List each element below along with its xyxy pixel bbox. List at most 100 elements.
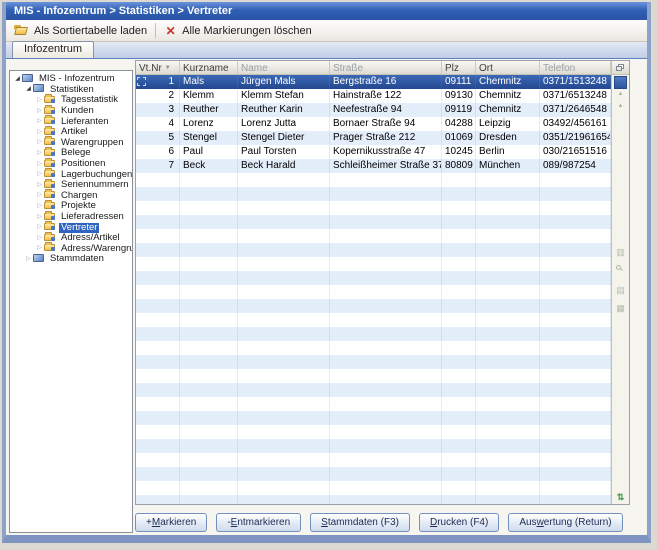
open-folder-icon <box>14 25 29 36</box>
empty-cell <box>136 495 180 504</box>
table-row-stengel[interactable]: 5StengelStengel DieterPrager Straße 2120… <box>136 131 611 145</box>
empty-row[interactable] <box>136 369 611 383</box>
list-view-icon[interactable]: ▤ <box>612 285 629 295</box>
collapse-arrow-icon[interactable]: ◢ <box>13 75 22 84</box>
tree-item-adress-artikel[interactable]: ▷Adress/Artikel <box>10 233 132 244</box>
empty-row[interactable] <box>136 173 611 187</box>
expand-arrow-icon[interactable]: ▷ <box>35 149 44 158</box>
empty-row[interactable] <box>136 299 611 313</box>
empty-cell <box>476 187 540 201</box>
empty-cell <box>238 271 330 285</box>
scroll-up-icon[interactable]: ▲ <box>612 103 629 109</box>
table-row-klemm[interactable]: 2KlemmKlemm StefanHainstraße 12209130Che… <box>136 89 611 103</box>
entmarkieren-button[interactable]: - Entmarkieren <box>216 513 301 532</box>
column-header-telefon[interactable]: Telefon <box>540 61 611 74</box>
tree-item-positionen[interactable]: ▷Positionen <box>10 159 132 170</box>
empty-row[interactable] <box>136 467 611 481</box>
folder-icon <box>44 243 57 254</box>
table-row-reuther[interactable]: 3ReutherReuther KarinNeefestraße 9409119… <box>136 103 611 117</box>
empty-cell <box>442 495 476 504</box>
table-row-paul[interactable]: 6PaulPaul TorstenKopernikusstraße 471024… <box>136 145 611 159</box>
clear-marks-button[interactable]: Alle Markierungen löschen <box>160 23 318 39</box>
empty-row[interactable] <box>136 201 611 215</box>
empty-row[interactable] <box>136 327 611 341</box>
scroll-up-down-icon[interactable]: ⇅ <box>612 492 629 503</box>
empty-row[interactable] <box>136 411 611 425</box>
empty-row[interactable] <box>136 271 611 285</box>
table-row-beck[interactable]: 7BeckBeck HaraldSchleißheimer Straße 378… <box>136 159 611 173</box>
cell-name: Reuther Karin <box>238 103 330 117</box>
auswertung-return-button[interactable]: Auswertung (Return) <box>508 513 622 532</box>
column-header-name[interactable]: Name <box>238 61 330 74</box>
empty-cell <box>442 439 476 453</box>
expand-arrow-icon[interactable]: ▷ <box>35 117 44 126</box>
empty-row[interactable] <box>136 341 611 355</box>
empty-row[interactable] <box>136 187 611 201</box>
empty-row[interactable] <box>136 215 611 229</box>
table-row-mals[interactable]: 1MalsJürgen MalsBergstraße 1609111Chemni… <box>136 75 611 89</box>
collapse-arrow-icon[interactable]: ◢ <box>24 85 33 94</box>
tree-item-artikel[interactable]: ▷Artikel <box>10 127 132 138</box>
empty-row[interactable] <box>136 355 611 369</box>
empty-row[interactable] <box>136 397 611 411</box>
tree-item-lieferadressen[interactable]: ▷Lieferadressen <box>10 212 132 223</box>
expand-arrow-icon[interactable]: ▷ <box>35 191 44 200</box>
empty-cell <box>238 299 330 313</box>
cell-ort: Leipzig <box>476 117 540 131</box>
tree-item-stammdaten[interactable]: ▷Stammdaten <box>10 254 132 265</box>
expand-arrow-icon[interactable]: ▷ <box>35 223 44 232</box>
expand-arrow-icon[interactable]: ▷ <box>35 213 44 222</box>
column-header-kurzname[interactable]: Kurzname <box>180 61 238 74</box>
tree-item-seriennummern[interactable]: ▷ Seriennummern <box>10 180 132 191</box>
empty-cell <box>330 425 442 439</box>
expand-arrow-icon[interactable]: ▷ <box>35 160 44 169</box>
column-header-plz[interactable]: Plz <box>442 61 476 74</box>
expand-arrow-icon[interactable]: ▷ <box>35 96 44 105</box>
empty-row[interactable] <box>136 495 611 504</box>
tree-item-mis-infozentrum[interactable]: ◢MIS - Infozentrum <box>10 74 132 85</box>
tree-item-label: Seriennummern <box>59 180 131 190</box>
column-header-stra-e[interactable]: Straße <box>330 61 442 74</box>
expand-arrow-icon[interactable]: ▷ <box>35 170 44 179</box>
empty-row[interactable] <box>136 285 611 299</box>
cell-nr: 6 <box>136 145 180 159</box>
stammdaten-f3-button[interactable]: Stammdaten (F3) <box>310 513 410 532</box>
column-header-vt-nr[interactable]: Vt.Nr▼ <box>136 61 180 74</box>
empty-row[interactable] <box>136 257 611 271</box>
empty-cell <box>540 285 611 299</box>
tree-item-label: Tagesstatistik <box>59 95 120 105</box>
tab-infozentrum[interactable]: Infozentrum <box>12 41 94 58</box>
empty-row[interactable] <box>136 481 611 495</box>
empty-row[interactable] <box>136 453 611 467</box>
empty-cell <box>180 467 238 481</box>
empty-row[interactable] <box>136 425 611 439</box>
empty-cell <box>540 453 611 467</box>
expand-arrow-icon[interactable]: ▷ <box>35 128 44 137</box>
empty-cell <box>180 299 238 313</box>
expand-arrow-icon[interactable]: ▷ <box>35 202 44 211</box>
expand-arrow-icon[interactable]: ▷ <box>35 138 44 147</box>
scrollbar-thumb[interactable] <box>614 76 627 89</box>
markieren-button[interactable]: + Markieren <box>135 513 207 532</box>
load-sort-table-button[interactable]: Als Sortiertabelle laden <box>10 23 153 39</box>
expand-arrow-icon[interactable]: ▷ <box>35 107 44 116</box>
expand-arrow-icon[interactable]: ▷ <box>35 234 44 243</box>
empty-cell <box>442 243 476 257</box>
empty-row[interactable] <box>136 229 611 243</box>
columns-icon[interactable]: ▥ <box>612 247 629 257</box>
tree-item-kunden[interactable]: ▷Kunden <box>10 106 132 117</box>
empty-row[interactable] <box>136 243 611 257</box>
column-header-ort[interactable]: Ort <box>476 61 540 74</box>
expand-arrow-icon[interactable]: ▷ <box>35 244 44 253</box>
drucken-f4-button[interactable]: Drucken (F4) <box>419 513 499 532</box>
empty-row[interactable] <box>136 439 611 453</box>
expand-arrow-icon[interactable]: ▷ <box>24 255 33 264</box>
expand-arrow-icon[interactable]: ▷ <box>35 181 44 190</box>
empty-row[interactable] <box>136 313 611 327</box>
empty-cell <box>136 327 180 341</box>
empty-row[interactable] <box>136 383 611 397</box>
grid-corner-button[interactable] <box>612 61 629 75</box>
scroll-to-top-icon[interactable]: ▲ <box>612 91 629 97</box>
table-row-lorenz[interactable]: 4LorenzLorenz JuttaBornaer Straße 940428… <box>136 117 611 131</box>
grid-view-icon[interactable]: ▦ <box>612 303 629 313</box>
